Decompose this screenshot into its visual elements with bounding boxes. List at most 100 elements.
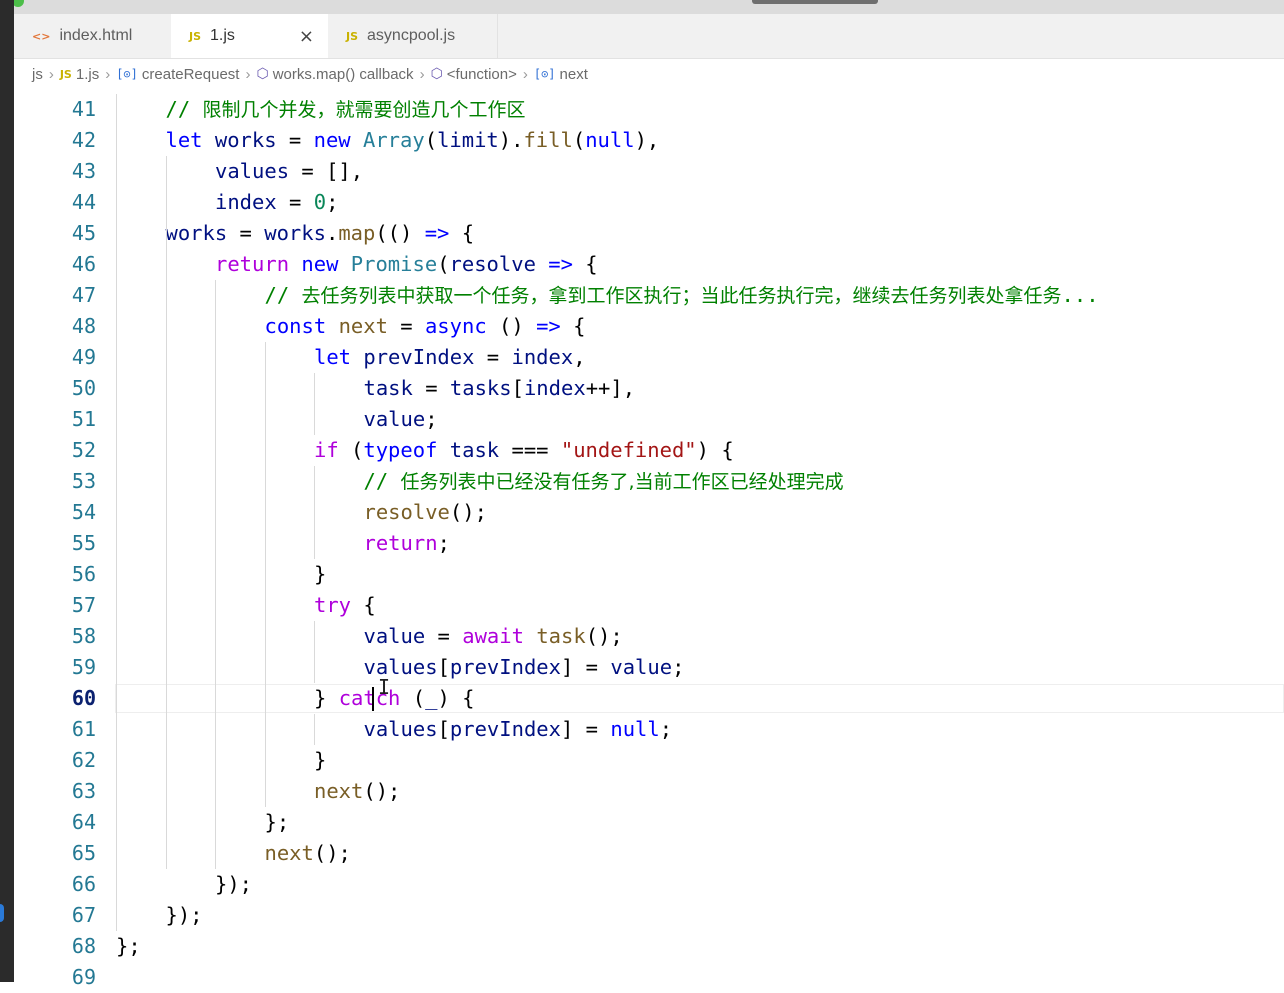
tab-asyncpool-js[interactable]: JS asyncpool.js [328,14,498,58]
code-line[interactable]: 44 index = 0; [14,187,1284,218]
code-token: { [560,314,586,338]
code-line[interactable]: 45 works = works.map(() => { [14,218,1284,249]
breadcrumb-next[interactable]: next [560,66,588,83]
code-line[interactable]: 64}; [14,807,1284,838]
code-text: }); [215,869,252,900]
code-token: prevIndex [363,345,475,369]
code-text: if (typeof task === "undefined") { [314,435,734,466]
code-line[interactable]: 53 // 任务列表中已经没有任务了,当前工作区已经处理完成 [14,466,1284,497]
code-token: = [], [289,159,364,183]
window-top-bar [0,0,1284,14]
code-text: }; [116,931,141,962]
tab-index-html[interactable]: <> index.html [14,14,171,58]
code-text: }); [166,900,203,931]
code-line[interactable]: 58 value = await task(); [14,621,1284,652]
code-token: ) { [696,438,734,462]
code-token: 任务列表中已经没有任务了,当前工作区已经处理完成 [400,471,844,493]
code-token: next [264,841,314,865]
code-line[interactable]: 63 next(); [14,776,1284,807]
code-token: index [523,376,586,400]
indent-guide [215,280,216,869]
code-token: } [314,562,327,586]
code-line[interactable]: 54 resolve(); [14,497,1284,528]
code-text: try { [314,590,376,621]
code-line[interactable]: 59 values[prevIndex] = value; [14,652,1284,683]
code-line[interactable]: 46 return new Promise(resolve => { [14,249,1284,280]
tab-label: 1.js [210,27,235,44]
code-token: = [425,624,463,648]
breadcrumb-folder[interactable]: js [32,66,43,83]
code-line[interactable]: 60} catch (_) { [14,683,1284,714]
code-token: values [363,655,438,679]
breadcrumb-map-callback[interactable]: works.map() callback [273,66,414,83]
close-icon[interactable]: × [299,26,314,47]
code-token: => [536,314,561,338]
code-line[interactable]: 62} [14,745,1284,776]
code-text: return; [364,528,450,559]
code-token: ] = [561,717,611,741]
code-text: // 去任务列表中获取一个任务，拿到工作区执行；当此任务执行完，继续去任务列表处… [265,280,1099,312]
code-line[interactable]: 65 next(); [14,838,1284,869]
code-line[interactable]: 49 let prevIndex = index, [14,342,1284,373]
code-line[interactable]: 47 // 去任务列表中获取一个任务，拿到工作区执行；当此任务执行完，继续去任务列… [14,280,1284,311]
line-number: 64 [71,810,96,834]
current-line-highlight [115,684,1284,713]
code-text: works = works.map(() => { [166,218,475,249]
code-line[interactable]: 56} [14,559,1284,590]
code-text: task = tasks[index++], [364,373,636,404]
code-line[interactable]: 41 // 限制几个并发，就需要创造几个工作区 [14,94,1284,125]
code-token: let [165,128,203,152]
code-line[interactable]: 43 values = [], [14,156,1284,187]
line-number: 54 [71,500,96,524]
code-token: [ [437,717,450,741]
code-line[interactable]: 68}; [14,931,1284,962]
line-number: 61 [71,717,96,741]
code-token: task [536,624,586,648]
code-token: async [424,314,487,338]
line-number: 42 [71,128,96,152]
code-line[interactable]: 51 value; [14,404,1284,435]
code-token: (); [363,779,401,803]
breadcrumb-anonymous-function[interactable]: <function> [447,66,517,83]
line-number: 43 [71,159,96,183]
code-token: , [573,345,586,369]
code-token: Promise [350,252,438,276]
code-line[interactable]: 66}); [14,869,1284,900]
code-token: limit [437,128,499,152]
code-token: . [325,221,339,245]
code-token: index [511,345,574,369]
line-number: 66 [71,872,96,896]
code-token: (() [375,221,425,245]
code-line[interactable]: 57 try { [14,590,1284,621]
code-text: }; [265,807,290,838]
code-line[interactable]: 42 let works = new Array(limit).fill(null… [14,125,1284,156]
code-line[interactable]: 67}); [14,900,1284,931]
code-line[interactable]: 52 if (typeof task === "undefined") { [14,435,1284,466]
code-line[interactable]: 55 return; [14,528,1284,559]
code-token: ; [672,655,685,679]
line-number: 62 [71,748,96,772]
tab-1-js[interactable]: JS 1.js × [171,14,328,58]
code-token: works [165,221,228,245]
code-text: } [314,745,326,776]
code-text: next(); [265,838,351,869]
code-token: let [314,345,352,369]
breadcrumb-file[interactable]: 1.js [76,66,99,83]
code-line[interactable]: 69 [14,962,1284,993]
code-line[interactable]: 50 task = tasks[index++], [14,373,1284,404]
chevron-right-icon: › [245,65,251,83]
code-text: index = 0; [215,187,338,218]
line-number: 63 [71,779,96,803]
indent-guide [314,373,315,435]
breadcrumb-create-request[interactable]: createRequest [142,66,240,83]
line-number: 65 [71,841,96,865]
code-line[interactable]: 48 const next = async () => { [14,311,1284,342]
code-token: }); [165,903,203,927]
code-editor[interactable]: 41 // 限制几个并发，就需要创造几个工作区 42 let works = new … [14,94,1284,989]
code-line[interactable]: 61 values[prevIndex] = null; [14,714,1284,745]
code-token: }; [264,810,290,834]
code-token: ( [338,438,364,462]
